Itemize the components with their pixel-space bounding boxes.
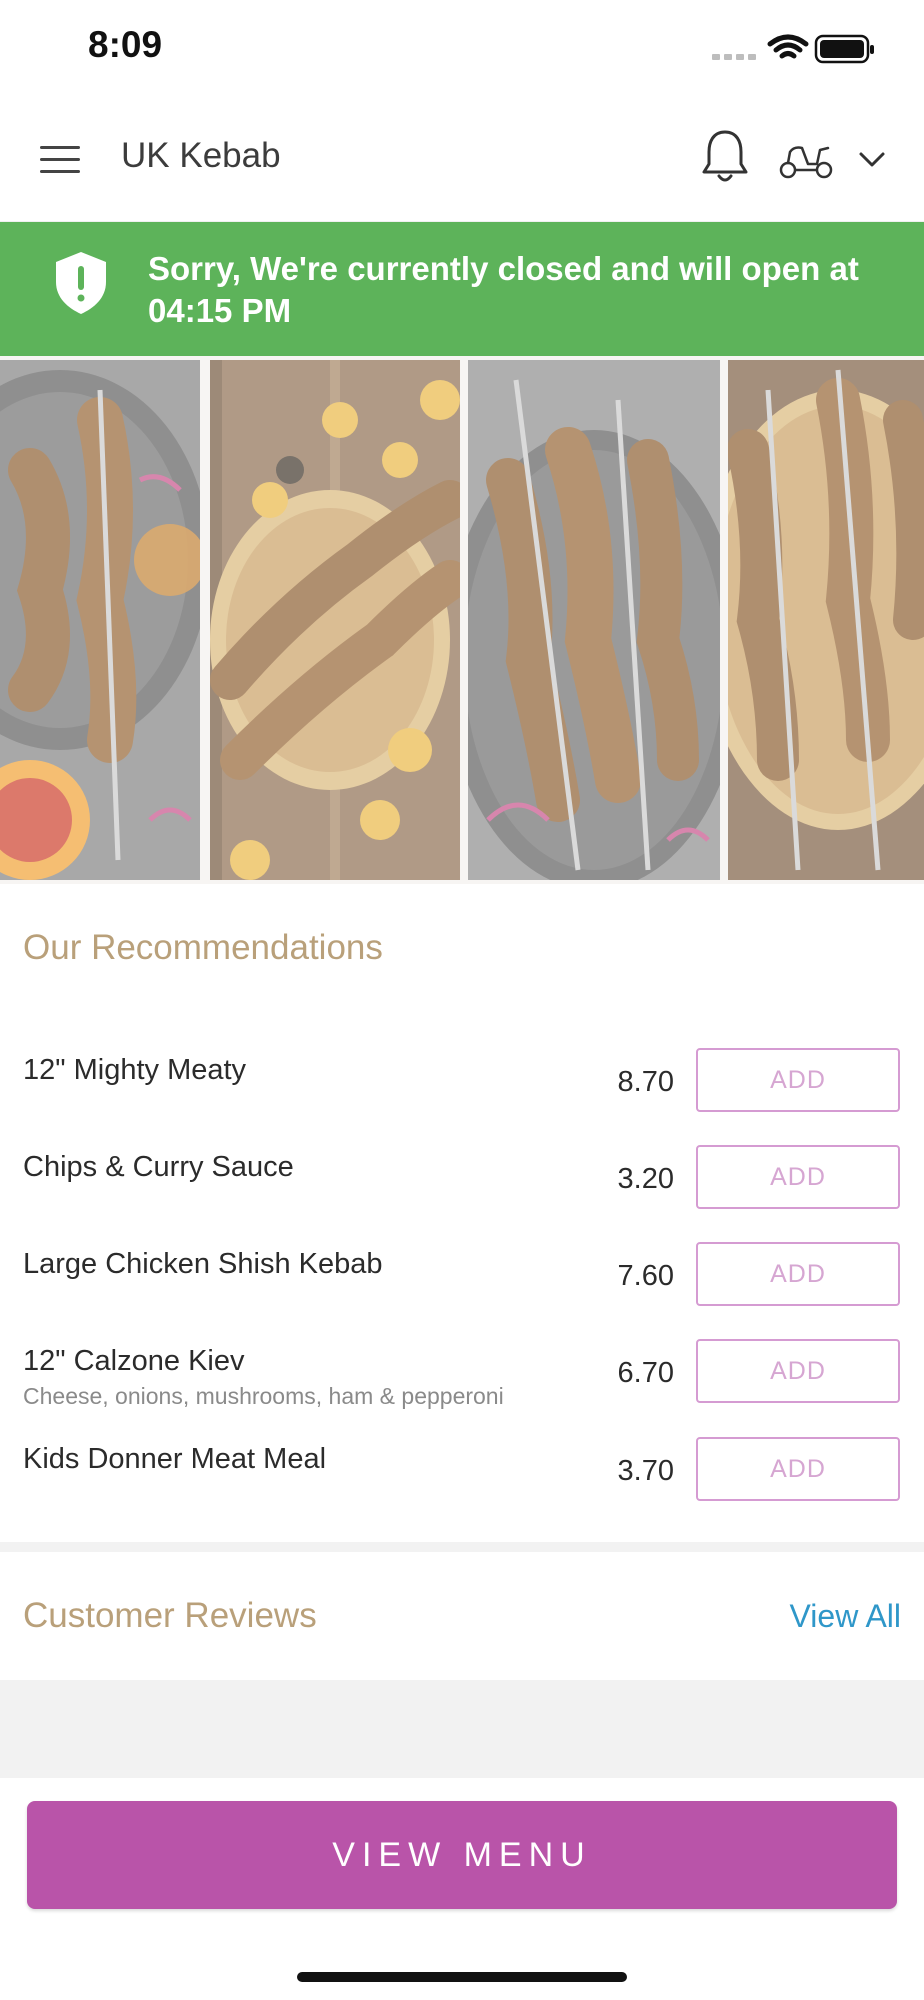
list-item: Chips & Curry Sauce 3.20 ADD (0, 1145, 924, 1235)
item-description: Cheese, onions, mushrooms, ham & peppero… (23, 1383, 504, 1409)
hamburger-menu-icon[interactable] (36, 136, 84, 184)
battery-icon (814, 34, 874, 64)
list-item: 12" Calzone Kiev Cheese, onions, mushroo… (0, 1339, 924, 1429)
item-price: 8.70 (617, 1066, 674, 1098)
app-screen: 8:09 UK Kebab Sorry, We're currently clo… (0, 0, 924, 2000)
chevron-down-icon[interactable] (856, 144, 888, 176)
restaurant-title: UK Kebab (121, 136, 281, 175)
list-item: Kids Donner Meat Meal 3.70 ADD (0, 1437, 924, 1527)
view-menu-button[interactable]: VIEW MENU (27, 1801, 897, 1909)
section-title: Our Recommendations (23, 928, 383, 967)
item-name: Kids Donner Meat Meal (23, 1443, 327, 1475)
item-name: Chips & Curry Sauce (23, 1151, 294, 1183)
closed-message: Sorry, We're currently closed and will o… (148, 250, 859, 329)
add-button[interactable]: ADD (696, 1242, 900, 1306)
item-price: 3.70 (617, 1455, 674, 1487)
item-name: 12" Mighty Meaty (23, 1054, 247, 1086)
hero-image (0, 356, 924, 884)
cellular-signal-icon (712, 54, 756, 60)
item-name: 12" Calzone Kiev (23, 1345, 245, 1377)
add-button[interactable]: ADD (696, 1048, 900, 1112)
bottom-bar: VIEW MENU (0, 1778, 924, 2000)
list-item: Large Chicken Shish Kebab 7.60 ADD (0, 1242, 924, 1332)
home-indicator (297, 1972, 627, 1982)
item-price: 3.20 (617, 1163, 674, 1195)
list-item: 12" Mighty Meaty 8.70 ADD (0, 1048, 924, 1138)
status-time: 8:09 (88, 24, 163, 65)
reviews-section: Customer Reviews View All (0, 1552, 924, 1680)
status-icons (712, 34, 874, 64)
scooter-icon[interactable] (778, 138, 834, 182)
add-button[interactable]: ADD (696, 1339, 900, 1403)
hero-overlay (0, 356, 924, 884)
closed-banner: Sorry, We're currently closed and will o… (0, 222, 924, 356)
add-button[interactable]: ADD (696, 1437, 900, 1501)
bell-icon[interactable] (700, 128, 750, 186)
section-title: Customer Reviews (23, 1596, 317, 1635)
item-price: 6.70 (617, 1357, 674, 1389)
add-button[interactable]: ADD (696, 1145, 900, 1209)
item-name: Large Chicken Shish Kebab (23, 1248, 383, 1280)
recommendations-section: Our Recommendations 12" Mighty Meaty 8.7… (0, 884, 924, 1542)
status-bar: 8:09 (0, 0, 924, 98)
item-price: 7.60 (617, 1260, 674, 1292)
view-all-link[interactable]: View All (790, 1598, 901, 1635)
app-header: UK Kebab (0, 98, 924, 222)
wifi-icon (767, 34, 809, 59)
shield-alert-icon (56, 252, 106, 314)
